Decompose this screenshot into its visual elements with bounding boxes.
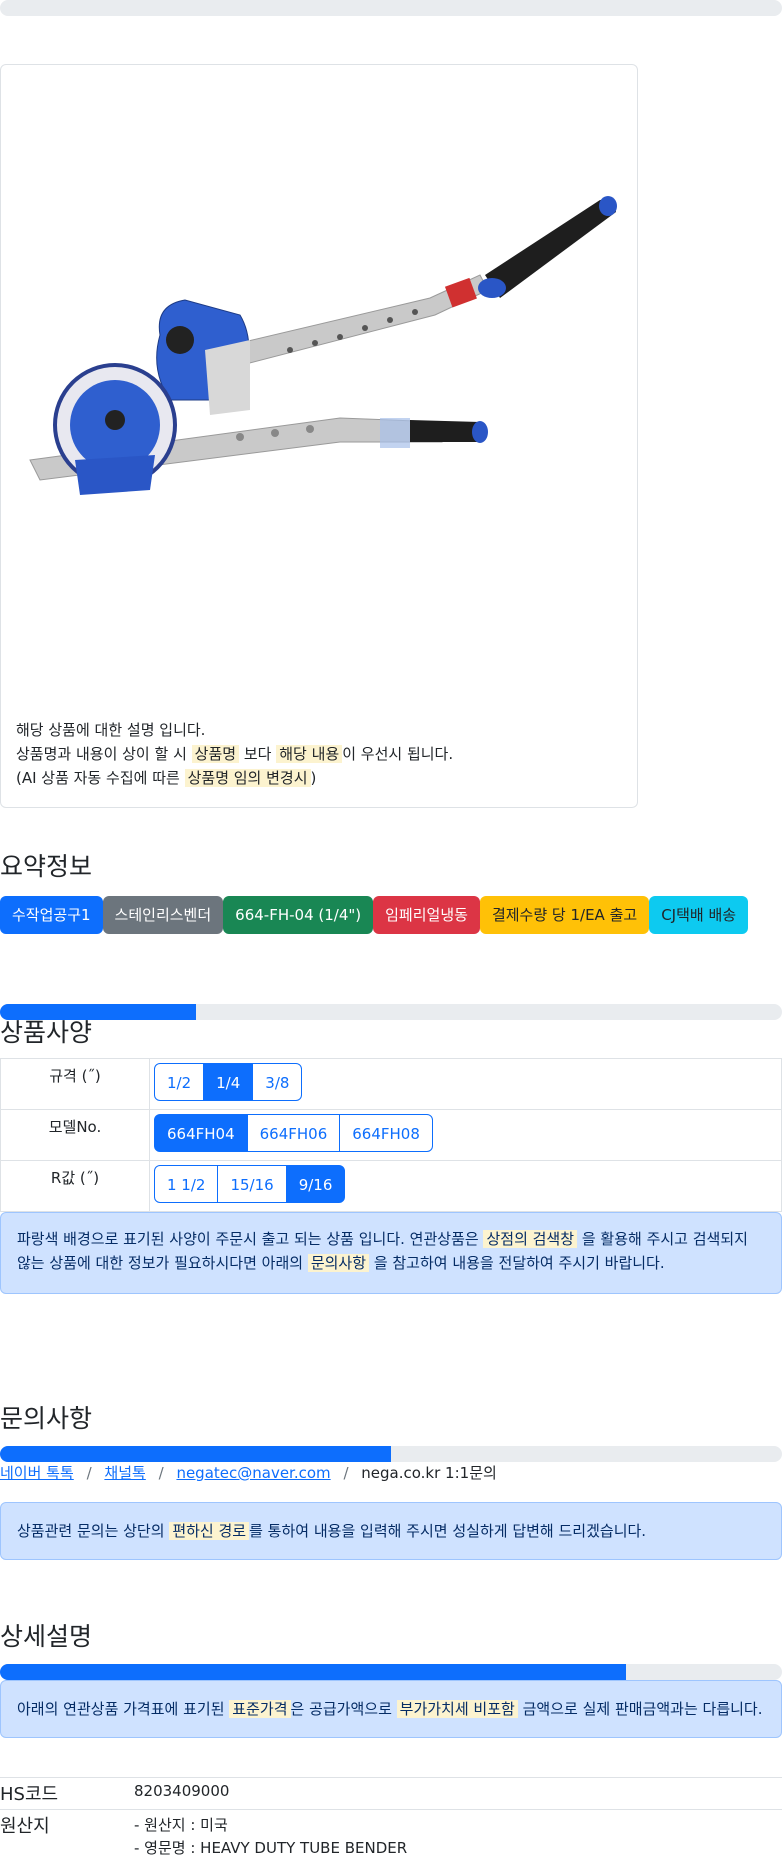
notice-text: 은 공급가액으로 (290, 1700, 392, 1718)
spec-options: 1 1/2 15/16 9/16 (149, 1160, 782, 1212)
badge-category: 수작업공구1 (0, 896, 103, 934)
notice-text: 을 참고하여 내용을 전달하여 주시기 바랍니다. (373, 1254, 665, 1272)
spec-table: 규격 (˝) 1/2 1/4 3/8 모델No. 664FH04 664FH06 664… (0, 1058, 782, 1212)
detail-progress (0, 1664, 782, 1680)
note-highlight: 상품명 임의 변경시 (184, 769, 311, 787)
separator: / (343, 1464, 349, 1482)
spec-progress (0, 1004, 782, 1020)
option-button-selected[interactable]: 9/16 (285, 1165, 346, 1203)
note-line-2: 상품명과 내용이 상이 할 시 상품명 보다 해당 내용 이 우선시 됩니다. (16, 742, 616, 766)
spec-label: R값 (˝) (0, 1160, 150, 1212)
notice-highlight: 상점의 검색창 (483, 1230, 578, 1248)
note-text: 상품명과 내용이 상이 할 시 (16, 745, 187, 763)
notice-text: 아래의 연관상품 가격표에 표기된 (17, 1700, 225, 1718)
detail-title: 상세설명 (0, 1622, 93, 1651)
separator: / (158, 1464, 164, 1482)
spec-row-radius: R값 (˝) 1 1/2 15/16 9/16 (0, 1160, 782, 1212)
spec-label: 규격 (˝) (0, 1058, 150, 1110)
option-button[interactable]: 1 1/2 (154, 1165, 219, 1203)
hs-code-row: HS코드 8203409000 (0, 1777, 782, 1810)
contact-links: 네이버 톡톡 / 채널톡 / negatec@naver.com / nega.… (0, 1462, 497, 1483)
note-highlight: 상품명 (191, 745, 240, 763)
note-text: (AI 상품 자동 수집에 따른 (16, 769, 180, 787)
top-progress-bar (0, 0, 782, 16)
badge-brand: 임페리얼냉동 (373, 896, 480, 934)
badge-quantity: 결제수량 당 1/EA 출고 (479, 896, 650, 934)
notice-text: 상품관련 문의는 상단의 (17, 1522, 165, 1540)
inquiry-notice: 상품관련 문의는 상단의 편하신 경로 를 통하여 내용을 입력해 주시면 성실하… (0, 1502, 782, 1560)
summary-title: 요약정보 (0, 852, 93, 881)
spec-notice: 파랑색 배경으로 표기된 사양이 주문시 출고 되는 상품 입니다. 연관상품은… (0, 1212, 782, 1294)
inquiry-progress (0, 1446, 782, 1462)
notice-highlight: 표준가격 (229, 1700, 291, 1718)
notice-highlight: 문의사항 (307, 1254, 370, 1272)
option-button-selected[interactable]: 664FH04 (154, 1114, 248, 1152)
email-link[interactable]: negatec@naver.com (176, 1464, 330, 1482)
hs-code-label: HS코드 (0, 1784, 59, 1805)
naver-talk-link[interactable]: 네이버 톡톡 (0, 1464, 74, 1482)
notice-text: 를 통하여 내용을 입력해 주시면 성실하게 답변해 드리겠습니다. (249, 1522, 647, 1540)
spec-row-size: 규격 (˝) 1/2 1/4 3/8 (0, 1058, 782, 1110)
badge-shipping: CJ택배 배송 (649, 896, 749, 934)
note-text: ) (310, 769, 317, 787)
spec-options: 1/2 1/4 3/8 (149, 1058, 782, 1110)
origin-english-name: - 영문명 : HEAVY DUTY TUBE BENDER (134, 1839, 408, 1857)
detail-notice: 아래의 연관상품 가격표에 표기된 표준가격 은 공급가액으로 부가가치세 비포함… (0, 1680, 782, 1738)
hs-code-value: 8203409000 (134, 1782, 230, 1800)
option-button[interactable]: 3/8 (252, 1063, 303, 1101)
badge-type: 스테인리스벤더 (102, 896, 224, 934)
note-text: 보다 (243, 745, 272, 763)
notice-text: 금액으로 실제 판매금액과는 다릅니다. (522, 1700, 763, 1718)
channel-talk-link[interactable]: 채널톡 (104, 1464, 145, 1482)
notice-highlight: 편하신 경로 (169, 1522, 250, 1540)
badge-model: 664-FH-04 (1/4") (223, 896, 374, 934)
note-line-3: (AI 상품 자동 수집에 따른 상품명 임의 변경시) (16, 766, 616, 790)
spec-title: 상품사양 (0, 1018, 93, 1047)
inquiry-title: 문의사항 (0, 1404, 93, 1433)
option-button[interactable]: 15/16 (217, 1165, 287, 1203)
option-button[interactable]: 1/2 (154, 1063, 205, 1101)
note-highlight: 해당 내용 (276, 745, 343, 763)
spec-label: 모델No. (0, 1109, 150, 1161)
option-button[interactable]: 664FH08 (339, 1114, 433, 1152)
tube-bender-image (29, 196, 617, 495)
option-button-selected[interactable]: 1/4 (203, 1063, 254, 1101)
notice-text: 파랑색 배경으로 표기된 사양이 주문시 출고 되는 상품 입니다. 연관상품은 (17, 1230, 479, 1248)
note-line-1: 해당 상품에 대한 설명 입니다. (16, 721, 206, 739)
product-note: 해당 상품에 대한 설명 입니다. 상품명과 내용이 상이 할 시 상품명 보다… (16, 718, 616, 790)
notice-highlight: 부가가치세 비포함 (396, 1700, 518, 1718)
origin-row: 원산지 - 원산지 : 미국 - 영문명 : HEAVY DUTY TUBE B… (0, 1809, 782, 1860)
origin-country: - 원산지 : 미국 (134, 1816, 228, 1834)
site-inquiry-text: nega.co.kr 1:1문의 (361, 1464, 497, 1482)
spec-options: 664FH04 664FH06 664FH08 (149, 1109, 782, 1161)
separator: / (86, 1464, 92, 1482)
origin-label: 원산지 (0, 1816, 50, 1837)
summary-badges: 수작업공구1 스테인리스벤더 664-FH-04 (1/4") 임페리얼냉동 결… (0, 896, 749, 934)
option-button[interactable]: 664FH06 (246, 1114, 341, 1152)
spec-row-model: 모델No. 664FH04 664FH06 664FH08 (0, 1109, 782, 1161)
note-text: 이 우선시 됩니다. (342, 745, 454, 763)
